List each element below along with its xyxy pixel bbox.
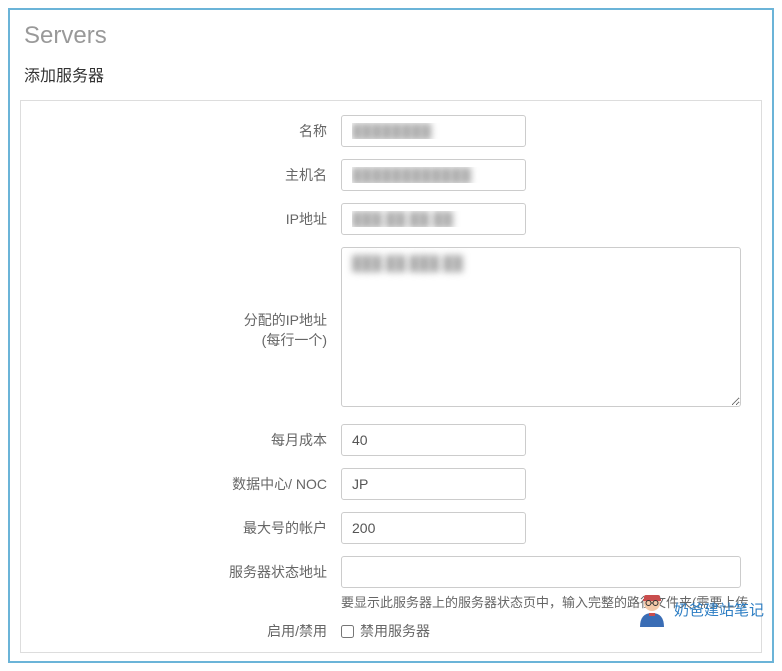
row-max-accounts: 最大号的帐户: [21, 512, 761, 544]
label-name: 名称: [31, 115, 341, 142]
section-title: 添加服务器: [14, 62, 768, 100]
label-monthly-cost: 每月成本: [31, 424, 341, 451]
row-ip: IP地址: [21, 203, 761, 235]
input-status-url[interactable]: [341, 556, 741, 588]
helper-status-url: 要显示此服务器上的服务器状态页中，输入完整的路径文件夹(需要上传: [341, 592, 751, 611]
page-title: Servers: [14, 14, 768, 62]
label-datacenter: 数据中心/ NOC: [31, 468, 341, 495]
label-ip: IP地址: [31, 203, 341, 230]
label-max-accounts: 最大号的帐户: [31, 512, 341, 539]
label-status-url: 服务器状态地址: [31, 556, 341, 583]
input-monthly-cost[interactable]: [341, 424, 526, 456]
input-datacenter[interactable]: [341, 468, 526, 500]
label-assigned-ip: 分配的IP地址 (每行一个): [31, 247, 341, 350]
input-hostname[interactable]: [341, 159, 526, 191]
row-datacenter: 数据中心/ NOC: [21, 468, 761, 500]
form-panel: 名称 主机名 IP地址 分配的IP地址 (每行一个) ███.██.███.██: [20, 100, 762, 653]
row-monthly-cost: 每月成本: [21, 424, 761, 456]
checkbox-disable-label: 禁用服务器: [360, 621, 430, 641]
label-hostname: 主机名: [31, 159, 341, 186]
row-assigned-ip: 分配的IP地址 (每行一个) ███.██.███.██: [21, 247, 761, 412]
page-frame: Servers 添加服务器 名称 主机名 IP地址 分配的IP地址 (每行一个): [8, 8, 774, 663]
input-name[interactable]: [341, 115, 526, 147]
label-assigned-ip-line1: 分配的IP地址: [244, 312, 327, 328]
row-enable: 启用/禁用 禁用服务器: [21, 615, 761, 642]
row-status-url: 服务器状态地址 要显示此服务器上的服务器状态页中，输入完整的路径文件夹(需要上传: [21, 556, 761, 611]
checkbox-disable-server[interactable]: [341, 625, 354, 638]
textarea-assigned-ip[interactable]: ███.██.███.██: [341, 247, 741, 407]
label-assigned-ip-line2: (每行一个): [262, 332, 327, 348]
input-ip[interactable]: [341, 203, 526, 235]
label-enable: 启用/禁用: [31, 615, 341, 642]
row-hostname: 主机名: [21, 159, 761, 191]
input-max-accounts[interactable]: [341, 512, 526, 544]
row-name: 名称: [21, 115, 761, 147]
